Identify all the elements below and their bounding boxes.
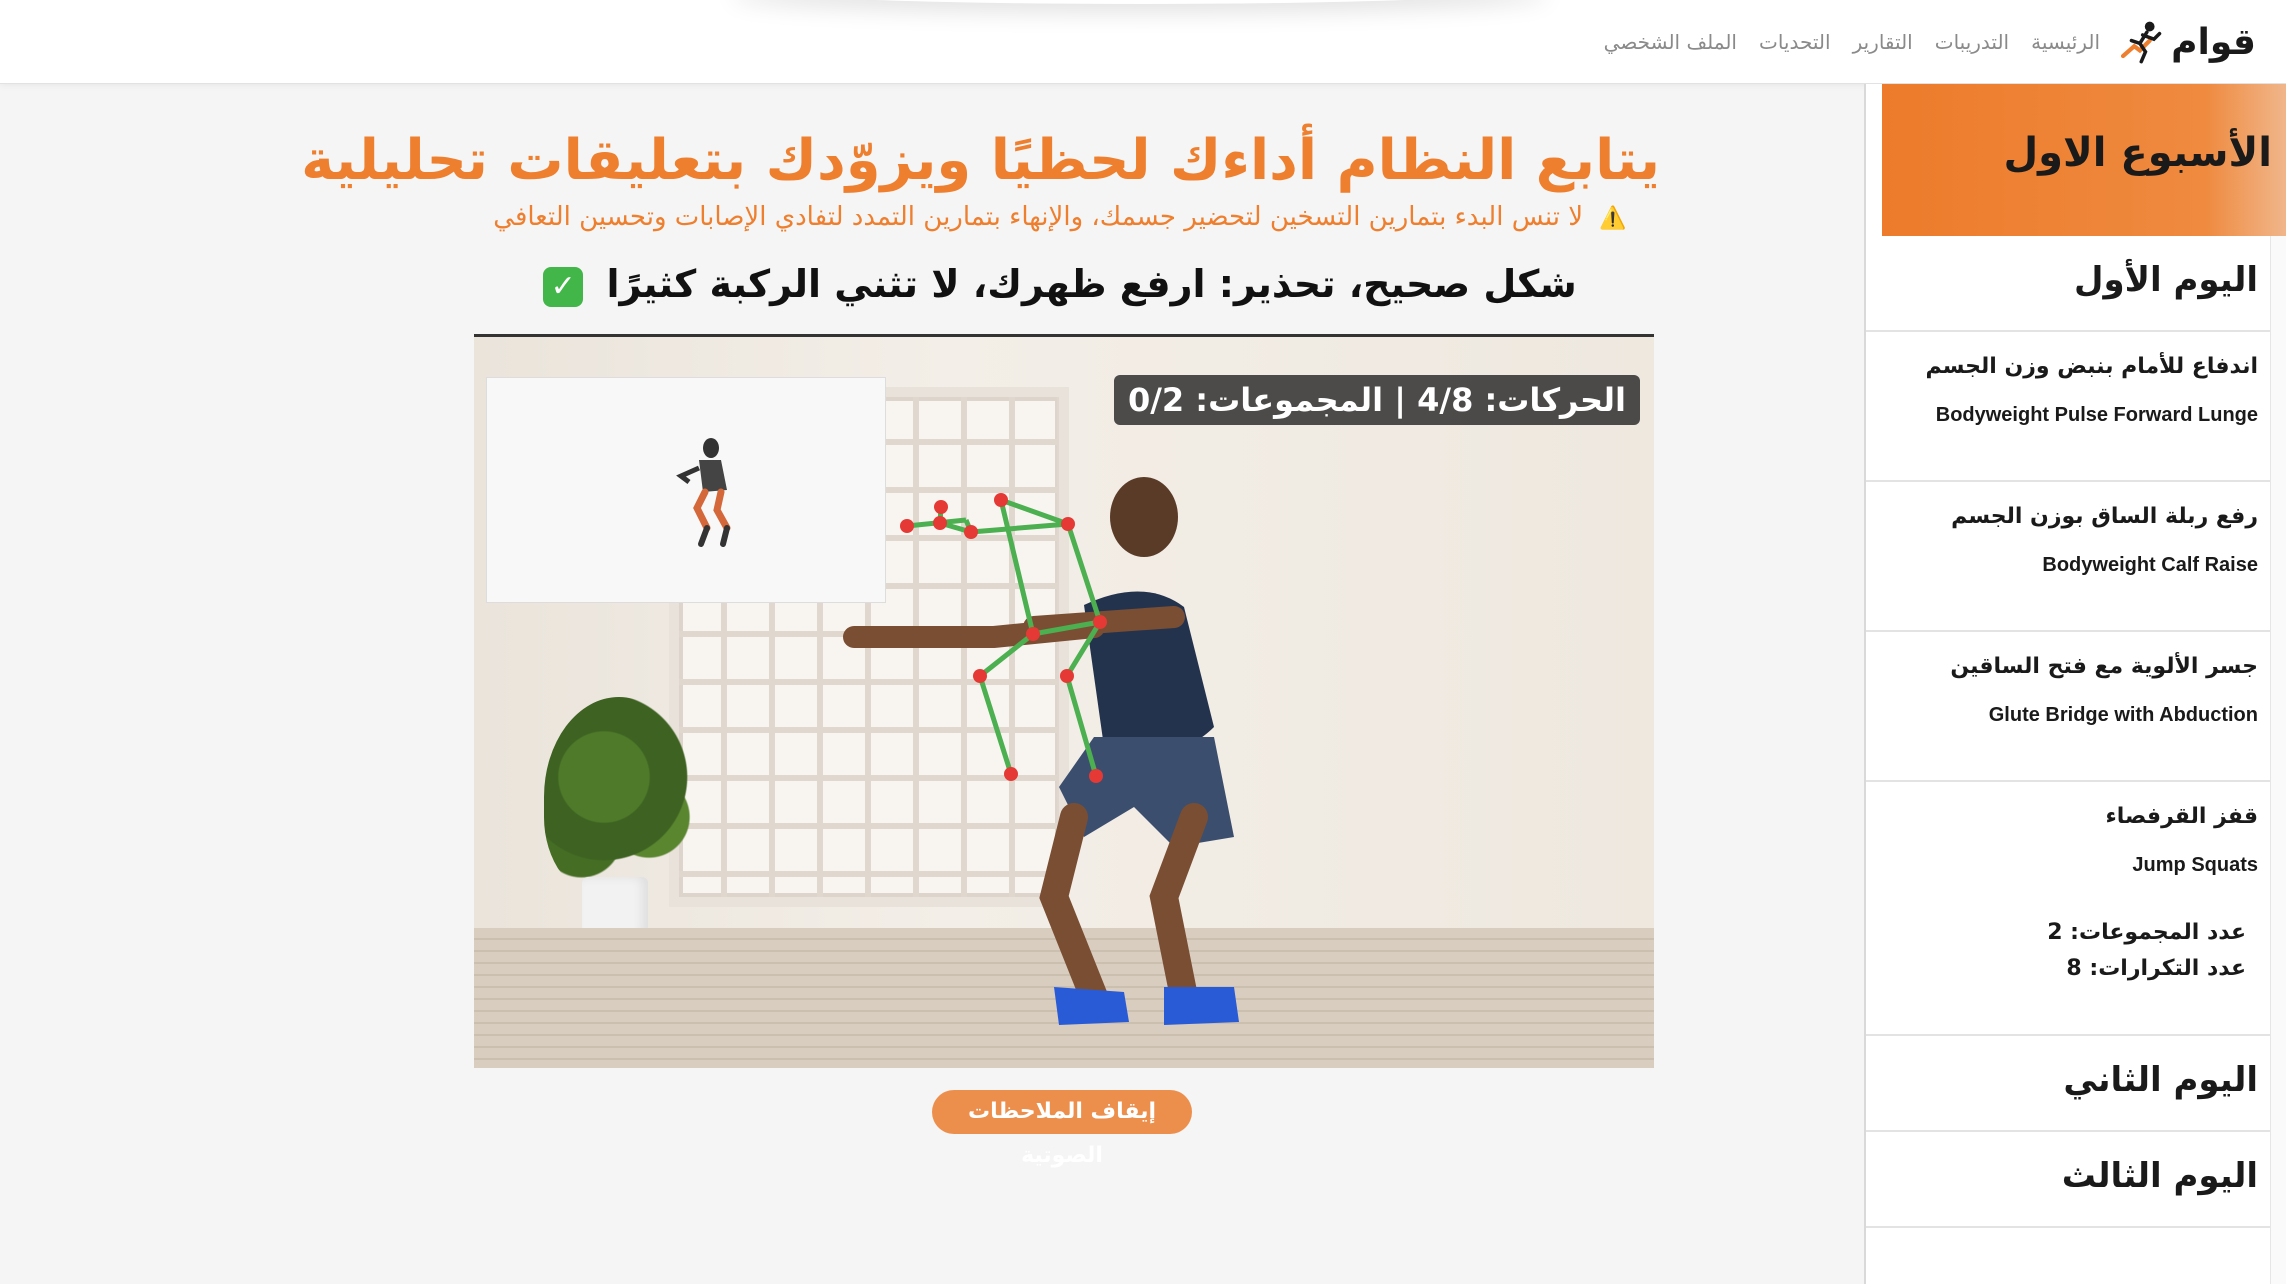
exercise-item-2[interactable]: رفع ربلة الساق بوزن الجسم Bodyweight Cal… (1866, 482, 2270, 632)
nav-link-challenges[interactable]: التحديات (1759, 30, 1831, 54)
exercise-name-en: Bodyweight Pulse Forward Lunge (1935, 404, 2258, 426)
day-label: اليوم الثالث (2061, 1156, 2258, 1196)
main-content: يتابع النظام أداءك لحظيًا ويزوّدك بتعليق… (0, 84, 1864, 1284)
exercise-item-4[interactable]: قفز القرفصاء Jump Squats عدد المجموعات: … (1866, 782, 2270, 1036)
exercise-sets: عدد المجموعات: 2 (2047, 920, 2246, 945)
day-item-2[interactable]: اليوم الثاني (1866, 1036, 2270, 1132)
warning-text: لا تنس البدء بتمارين التسخين لتحضير جسمك… (493, 202, 1584, 232)
sidebar-scroll-edge (2270, 236, 2286, 1284)
reference-figure-icon (676, 438, 731, 547)
rep-set-counter: الحركات: 4/8 | المجموعات: 0/2 (1113, 375, 1640, 425)
nav-link-reports[interactable]: التقارير (1853, 30, 1913, 54)
person-right-leg (1149, 803, 1208, 1011)
day-item-3[interactable]: اليوم الثالث (1866, 1132, 2270, 1228)
nav-link-profile[interactable]: الملف الشخصي (1604, 30, 1737, 54)
day-item-1[interactable]: اليوم الأول (1866, 236, 2270, 332)
week-header[interactable]: الأسبوع الاول (1882, 84, 2286, 236)
workout-sidebar: الأسبوع الاول اليوم الأول اندفاع للأمام … (1864, 84, 2286, 1284)
exercise-name-ar: رفع ربلة الساق بوزن الجسم (1951, 504, 2258, 529)
reference-exercise-preview (486, 377, 886, 603)
warmup-warning: ⚠️ لا تنس البدء بتمارين التسخين لتحضير ج… (420, 202, 1700, 232)
person-head (1110, 477, 1178, 557)
exercise-name-ar: اندفاع للأمام بنبض وزن الجسم (1925, 354, 2258, 379)
running-man-logo-icon (2120, 21, 2162, 64)
form-feedback: شكل صحيح، تحذير: ارفع ظهرك، لا تثني الرك… (460, 262, 1660, 307)
exercise-name-en: Jump Squats (2132, 854, 2258, 876)
exercise-name-en: Glute Bridge with Abduction (1988, 704, 2258, 726)
nav-link-home[interactable]: الرئيسية (2031, 30, 2100, 54)
feedback-text: شكل صحيح، تحذير: ارفع ظهرك، لا تثني الرك… (606, 262, 1577, 306)
exercise-reps: عدد التكرارات: 8 (2066, 956, 2246, 981)
page-title: يتابع النظام أداءك لحظيًا ويزوّدك بتعليق… (301, 128, 1660, 193)
person-left-shoe (1054, 987, 1129, 1025)
exercise-name-ar: جسر الألوية مع فتح الساقين (1950, 654, 2258, 679)
camera-video-feed[interactable]: الحركات: 4/8 | المجموعات: 0/2 (474, 334, 1654, 1068)
nav-decoration (730, 0, 1550, 4)
nav-link-workouts[interactable]: التدريبات (1935, 30, 2009, 54)
warning-icon: ⚠️ (1599, 206, 1627, 231)
exercise-item-3[interactable]: جسر الألوية مع فتح الساقين Glute Bridge … (1866, 632, 2270, 782)
brand-logo[interactable]: قوام (2116, 10, 2256, 74)
week-title: الأسبوع الاول (2003, 130, 2272, 176)
check-icon: ✓ (543, 266, 584, 307)
exercise-item-1[interactable]: اندفاع للأمام بنبض وزن الجسم Bodyweight … (1866, 332, 2270, 482)
day-label: اليوم الأول (2074, 260, 2258, 300)
person-right-shoe (1164, 987, 1239, 1025)
day-label: اليوم الثاني (2063, 1060, 2258, 1100)
top-nav-bar: قوام الرئيسية التدريبات التقارير التحديا… (0, 0, 2286, 84)
stop-voice-feedback-button[interactable]: إيقاف الملاحظات الصوتية (932, 1090, 1192, 1168)
nav-links: الرئيسية التدريبات التقارير التحديات الم… (1604, 30, 2100, 54)
person-left-leg (1039, 803, 1108, 1011)
person-shorts (1059, 737, 1234, 847)
exercise-name-en: Bodyweight Calf Raise (2042, 554, 2258, 576)
exercise-name-ar: قفز القرفصاء (2105, 804, 2259, 829)
brand-name: قوام (2171, 21, 2256, 63)
